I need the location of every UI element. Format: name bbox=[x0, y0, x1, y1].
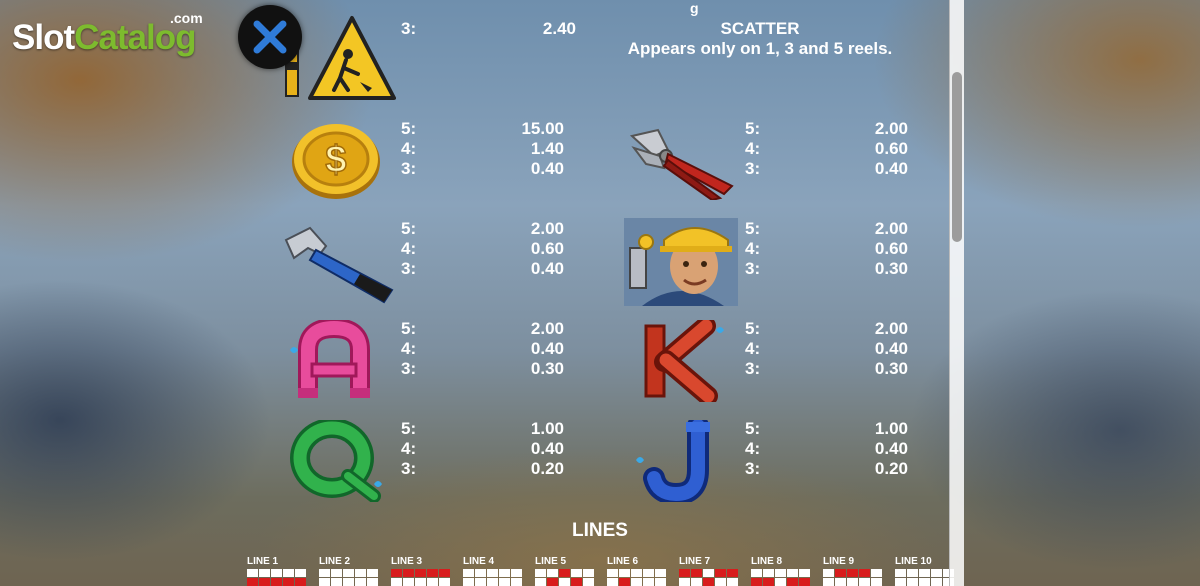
close-button[interactable] bbox=[238, 5, 302, 69]
pay-count: 4: bbox=[401, 339, 417, 358]
hammer-icon bbox=[280, 220, 396, 309]
partial-heading: g bbox=[690, 0, 699, 16]
close-icon bbox=[253, 20, 287, 54]
pay-count: 3: bbox=[401, 459, 417, 478]
pay-count: 3: bbox=[745, 359, 761, 378]
payline-label: LINE 2 bbox=[319, 556, 351, 567]
pay-count: 3: bbox=[745, 459, 761, 478]
pay-value: 0.20 bbox=[530, 459, 564, 478]
payline-4: LINE 4 bbox=[463, 556, 523, 586]
svg-text:$: $ bbox=[325, 139, 346, 181]
payline-3: LINE 3 bbox=[391, 556, 451, 586]
pay-value: 0.40 bbox=[874, 439, 908, 458]
vertical-scrollbar[interactable] bbox=[949, 0, 964, 586]
pay-value: 0.40 bbox=[530, 159, 564, 178]
pay-value: 0.30 bbox=[530, 359, 564, 378]
payline-5: LINE 5 bbox=[535, 556, 595, 586]
pay-value: 2.00 bbox=[874, 119, 908, 138]
pliers-icon bbox=[624, 120, 736, 205]
pay-count: 5: bbox=[745, 119, 761, 138]
pay-value: 2.00 bbox=[874, 219, 908, 238]
letter-q-icon bbox=[288, 418, 384, 507]
payline-8: LINE 8 bbox=[751, 556, 811, 586]
pay-value: 15.00 bbox=[521, 119, 564, 138]
pay-count: 5: bbox=[401, 419, 417, 438]
payline-grid bbox=[319, 569, 379, 586]
pay-count: 5: bbox=[745, 219, 761, 238]
payline-grid bbox=[463, 569, 523, 586]
scrollbar-thumb[interactable] bbox=[952, 72, 962, 242]
scatter-title: SCATTER bbox=[720, 19, 800, 38]
payline-2: LINE 2 bbox=[319, 556, 379, 586]
letter-a-icon bbox=[286, 317, 382, 407]
payline-grid bbox=[391, 569, 451, 586]
pay-count: 3: bbox=[745, 259, 761, 278]
pay-value: 0.60 bbox=[530, 239, 564, 258]
pay-count: 5: bbox=[401, 119, 417, 138]
pay-count: 4: bbox=[401, 439, 417, 458]
pay-count: 5: bbox=[745, 319, 761, 338]
payline-7: LINE 7 bbox=[679, 556, 739, 586]
pay-count: 3: bbox=[401, 259, 417, 278]
payline-grid bbox=[895, 569, 955, 586]
letter-k-icon bbox=[636, 316, 732, 407]
plumber-icon bbox=[624, 218, 738, 311]
pay-count: 4: bbox=[745, 139, 761, 158]
pay-count: 3: bbox=[401, 359, 417, 378]
payline-grid bbox=[679, 569, 739, 586]
pay-count: 3: bbox=[401, 159, 417, 178]
payline-label: LINE 6 bbox=[607, 556, 639, 567]
payline-label: LINE 5 bbox=[535, 556, 567, 567]
pay-value: 1.00 bbox=[530, 419, 564, 438]
pay-value: 2.00 bbox=[874, 319, 908, 338]
payline-6: LINE 6 bbox=[607, 556, 667, 586]
payline-label: LINE 3 bbox=[391, 556, 423, 567]
pay-value: 0.60 bbox=[874, 239, 908, 258]
payline-label: LINE 9 bbox=[823, 556, 855, 567]
scatter-description: Appears only on 1, 3 and 5 reels. bbox=[627, 39, 893, 58]
payline-label: LINE 4 bbox=[463, 556, 495, 567]
pay-value: 0.30 bbox=[874, 359, 908, 378]
payline-grid bbox=[751, 569, 811, 586]
payline-label: LINE 1 bbox=[247, 556, 279, 567]
payline-label: LINE 8 bbox=[751, 556, 783, 567]
payline-grid bbox=[823, 569, 883, 586]
pay-value: 0.40 bbox=[530, 259, 564, 278]
pay-value: 2.00 bbox=[530, 219, 564, 238]
pay-count: 5: bbox=[401, 219, 417, 238]
logo-wordmark: SlotCatalog bbox=[12, 18, 196, 57]
pay-count: 4: bbox=[745, 239, 761, 258]
payline-9: LINE 9 bbox=[823, 556, 883, 586]
pay-value: 1.00 bbox=[874, 419, 908, 438]
letter-j-icon bbox=[632, 415, 728, 507]
pay-value: 0.40 bbox=[530, 439, 564, 458]
payline-10: LINE 10 bbox=[895, 556, 955, 586]
payline-grid bbox=[607, 569, 667, 586]
pay-count: 4: bbox=[401, 139, 417, 158]
scatter-count: 3: bbox=[401, 19, 417, 38]
payline-1: LINE 1 bbox=[247, 556, 307, 586]
pay-value: 0.40 bbox=[874, 159, 908, 178]
pay-value: 1.40 bbox=[530, 139, 564, 158]
pay-count: 5: bbox=[401, 319, 417, 338]
pay-value: 0.30 bbox=[874, 259, 908, 278]
pay-count: 4: bbox=[401, 239, 417, 258]
pay-value: 0.40 bbox=[530, 339, 564, 358]
scatter-value: 2.40 bbox=[542, 19, 576, 38]
pay-value: 0.60 bbox=[874, 139, 908, 158]
coin-icon: $ bbox=[290, 120, 382, 205]
pay-value: 0.40 bbox=[874, 339, 908, 358]
pay-value: 0.20 bbox=[874, 459, 908, 478]
payline-grid bbox=[247, 569, 307, 586]
lines-heading: LINES bbox=[572, 520, 628, 541]
pay-count: 3: bbox=[745, 159, 761, 178]
payline-label: LINE 7 bbox=[679, 556, 711, 567]
pay-value: 2.00 bbox=[530, 319, 564, 338]
payline-label: LINE 10 bbox=[895, 556, 932, 567]
pay-count: 4: bbox=[745, 339, 761, 358]
payline-grid bbox=[535, 569, 595, 586]
pay-count: 5: bbox=[745, 419, 761, 438]
pay-count: 4: bbox=[745, 439, 761, 458]
